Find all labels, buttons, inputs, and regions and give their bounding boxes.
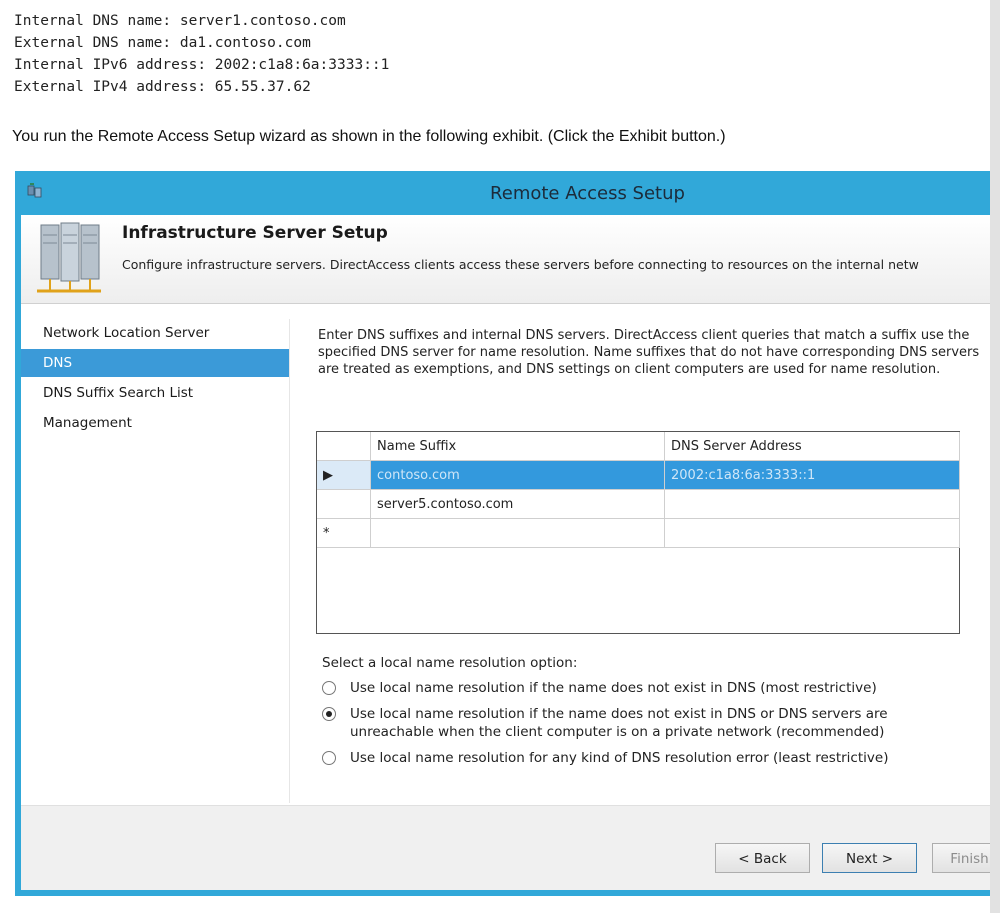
column-header-dns-server-address[interactable]: DNS Server Address [665, 432, 960, 461]
nav-item-management[interactable]: Management [21, 409, 289, 437]
radio-label[interactable]: Use local name resolution if the name do… [350, 706, 888, 740]
nav-item-dns[interactable]: DNS [21, 349, 289, 377]
row-selector[interactable] [317, 490, 371, 519]
question-line: External DNS name: da1.contoso.com [14, 35, 311, 51]
nav-item-network-location-server[interactable]: Network Location Server [21, 319, 289, 347]
question-line: Internal DNS name: server1.contoso.com [14, 13, 346, 29]
radio-label[interactable]: Use local name resolution for any kind o… [350, 750, 888, 766]
local-name-resolution-options: Select a local name resolution option: U… [322, 655, 940, 775]
new-row[interactable]: * [317, 519, 960, 548]
wizard-step-list: Network Location Server DNS DNS Suffix S… [21, 319, 289, 439]
wizard-banner: Infrastructure Server Setup Configure in… [21, 215, 990, 304]
dns-page: Enter DNS suffixes and internal DNS serv… [318, 327, 990, 378]
row-selector-arrow-icon[interactable]: ▶ [317, 461, 371, 490]
server-icon [37, 222, 101, 293]
dns-server-cell[interactable] [665, 519, 960, 548]
remote-access-setup-window: Remote Access Setup Infrastructure Serve… [15, 171, 990, 896]
column-header-name-suffix[interactable]: Name Suffix [371, 432, 665, 461]
title-bar[interactable]: Remote Access Setup [15, 171, 990, 215]
radio-button[interactable] [322, 681, 336, 695]
name-suffix-cell[interactable] [371, 519, 665, 548]
table-row[interactable]: ▶ contoso.com 2002:c1a8:6a:3333::1 [317, 461, 960, 490]
new-row-asterisk-icon[interactable]: * [317, 519, 371, 548]
next-button[interactable]: Next > [822, 843, 917, 873]
radio-least-restrictive[interactable]: Use local name resolution for any kind o… [322, 749, 940, 767]
question-line: External IPv4 address: 65.55.37.62 [14, 79, 311, 95]
table-row[interactable]: server5.contoso.com [317, 490, 960, 519]
scrollbar[interactable] [990, 0, 1000, 913]
radio-button-selected[interactable] [322, 707, 336, 721]
question-intro: You run the Remote Access Setup wizard a… [12, 128, 726, 145]
back-button[interactable]: < Back [715, 843, 810, 873]
radio-recommended[interactable]: Use local name resolution if the name do… [322, 705, 940, 741]
grid-header-row: Name Suffix DNS Server Address [317, 432, 960, 461]
radio-button[interactable] [322, 751, 336, 765]
grid-corner-cell [317, 432, 371, 461]
dns-suffix-grid[interactable]: Name Suffix DNS Server Address ▶ contoso… [316, 431, 960, 634]
question-line: Internal IPv6 address: 2002:c1a8:6a:3333… [14, 57, 390, 73]
radio-most-restrictive[interactable]: Use local name resolution if the name do… [322, 679, 940, 697]
name-suffix-cell[interactable]: contoso.com [371, 461, 665, 490]
dns-server-cell[interactable] [665, 490, 960, 519]
divider [289, 319, 290, 803]
banner-title: Infrastructure Server Setup [122, 223, 388, 243]
nav-item-dns-suffix-search-list[interactable]: DNS Suffix Search List [21, 379, 289, 407]
radio-label[interactable]: Use local name resolution if the name do… [350, 680, 877, 696]
wizard-client-area: Infrastructure Server Setup Configure in… [21, 215, 990, 890]
banner-subtitle: Configure infrastructure servers. Direct… [122, 257, 919, 272]
resolution-label: Select a local name resolution option: [322, 655, 578, 671]
dns-description: Enter DNS suffixes and internal DNS serv… [318, 328, 980, 377]
window-title: Remote Access Setup [490, 183, 685, 204]
name-suffix-cell[interactable]: server5.contoso.com [371, 490, 665, 519]
question-details: Internal DNS name: server1.contoso.com E… [14, 10, 389, 98]
finish-button[interactable]: Finish [932, 843, 990, 873]
dns-server-cell[interactable]: 2002:c1a8:6a:3333::1 [665, 461, 960, 490]
